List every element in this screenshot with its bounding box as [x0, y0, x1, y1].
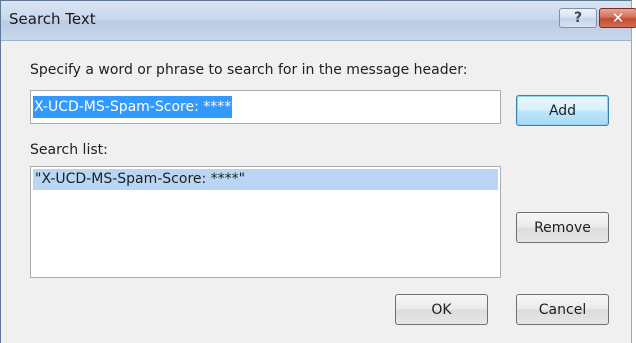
search-phrase-input[interactable]: X-UCD-MS-Spam-Score: ****	[30, 90, 501, 124]
close-icon: ✕	[611, 9, 625, 27]
list-item[interactable]: "X-UCD-MS-Spam-Score: ****"	[33, 169, 498, 190]
search-phrase-value: X-UCD-MS-Spam-Score: ****	[33, 96, 233, 118]
remove-button[interactable]: Remove	[516, 212, 609, 243]
search-phrase-label: Specify a word or phrase to search for i…	[30, 62, 468, 78]
dialog-title: Search Text	[9, 10, 96, 28]
search-text-dialog: Search Text ? ✕ Specify a word or phrase…	[0, 0, 636, 343]
title-bar[interactable]: Search Text ? ✕	[1, 1, 636, 41]
cancel-button[interactable]: Cancel	[516, 294, 609, 325]
help-button[interactable]: ?	[559, 8, 597, 28]
search-list[interactable]: "X-UCD-MS-Spam-Score: ****"	[30, 166, 501, 278]
close-button[interactable]: ✕	[599, 8, 636, 28]
help-icon: ?	[573, 10, 583, 26]
add-button[interactable]: Add	[516, 95, 609, 126]
search-list-label: Search list:	[30, 142, 108, 158]
ok-button[interactable]: OK	[395, 294, 488, 325]
